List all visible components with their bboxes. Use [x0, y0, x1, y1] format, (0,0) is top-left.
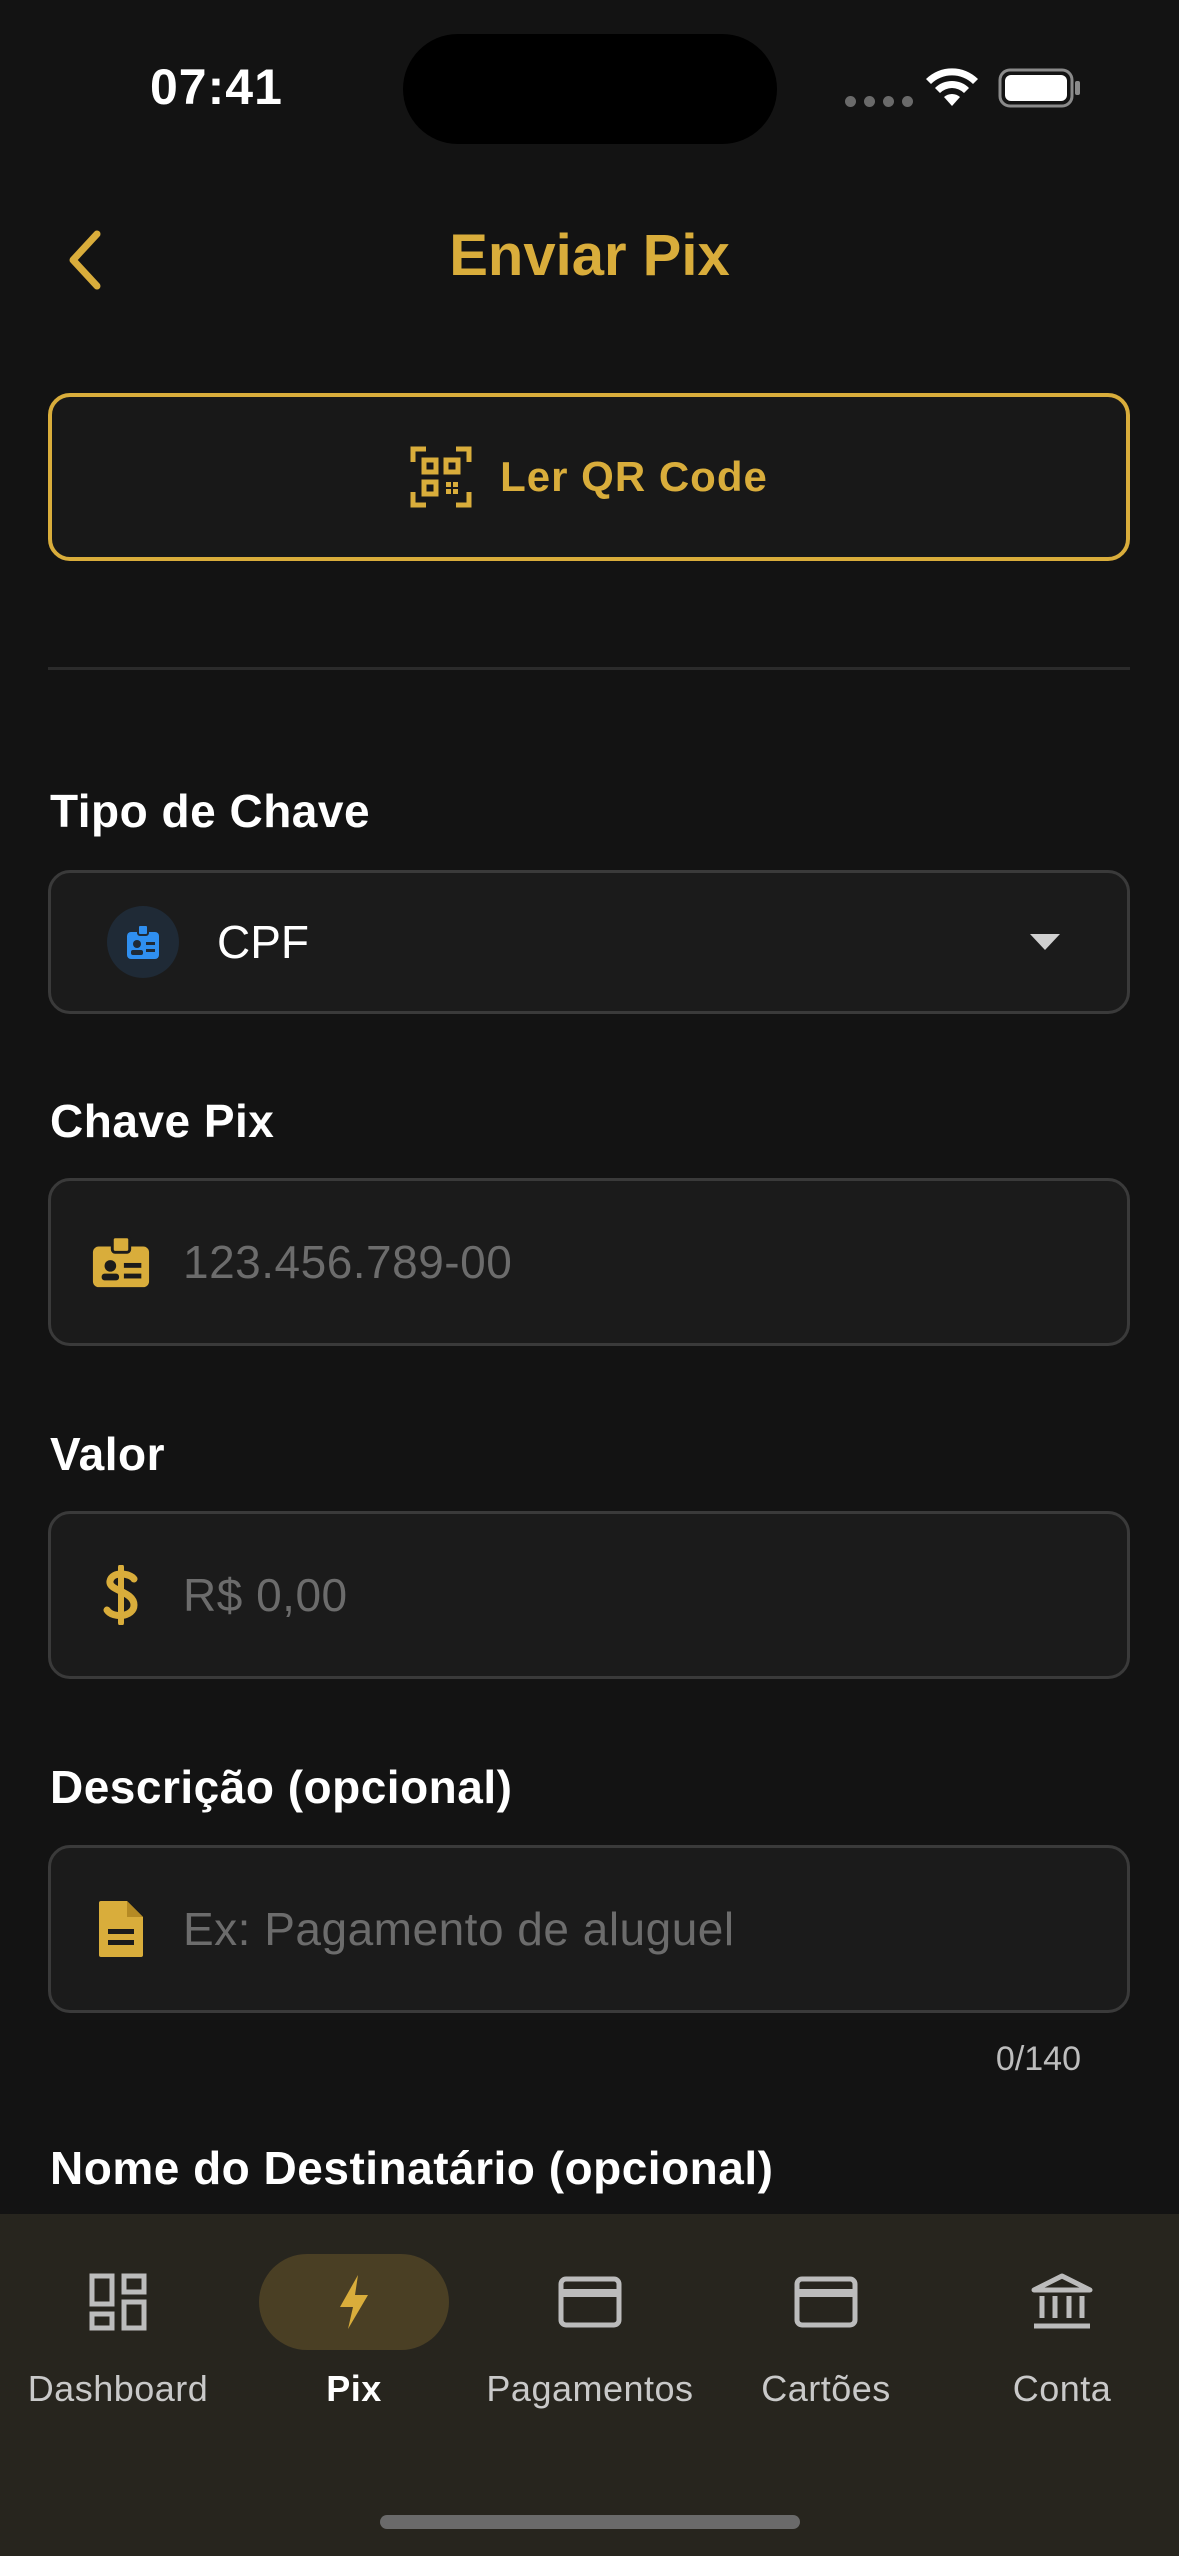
signal-icon: [845, 96, 913, 107]
nav-label-dashboard: Dashboard: [27, 2368, 209, 2409]
key-type-select[interactable]: CPF: [48, 870, 1130, 1014]
description-input[interactable]: Ex: Pagamento de aluguel: [48, 1845, 1130, 2013]
caret-down-icon: [1030, 934, 1060, 950]
bolt-icon: [340, 2275, 368, 2329]
send-pix-screen: 07:41 Enviar Pix Ler QR Code Tipo de Cha…: [0, 0, 1179, 2556]
card-icon: [794, 2276, 858, 2328]
description-char-counter: 0/140: [995, 2040, 1081, 2078]
bottom-nav: Dashboard Pix Pagamentos Cartões Conta: [0, 2214, 1179, 2556]
dynamic-island: [403, 34, 777, 144]
card-icon: [558, 2276, 622, 2328]
recipient-name-label: Nome do Destinatário (opcional): [50, 2142, 774, 2194]
nav-label-payments: Pagamentos: [486, 2368, 694, 2409]
wifi-icon: [926, 68, 978, 106]
document-icon: [99, 1901, 143, 1957]
key-type-label: Tipo de Chave: [50, 785, 371, 837]
home-indicator: [380, 2515, 800, 2529]
divider: [48, 667, 1130, 670]
nav-item-account[interactable]: Conta: [944, 2254, 1179, 2444]
nav-label-pix: Pix: [326, 2368, 382, 2409]
dashboard-icon: [89, 2273, 147, 2331]
id-badge-icon: [92, 1235, 150, 1288]
id-badge-icon: [107, 906, 179, 978]
pix-key-label: Chave Pix: [50, 1095, 275, 1147]
amount-label: Valor: [50, 1428, 166, 1480]
status-time: 07:41: [150, 59, 283, 115]
bank-icon: [1031, 2273, 1093, 2329]
nav-label-cards: Cartões: [761, 2368, 891, 2409]
page-title: Enviar Pix: [449, 223, 730, 288]
dollar-icon: [103, 1565, 138, 1625]
qr-code-icon: [410, 446, 472, 508]
key-type-value: CPF: [217, 916, 309, 968]
description-label: Descrição (opcional): [50, 1761, 513, 1813]
read-qr-code-button[interactable]: Ler QR Code: [48, 393, 1130, 561]
nav-item-dashboard[interactable]: Dashboard: [0, 2254, 236, 2444]
nav-label-account: Conta: [1012, 2368, 1112, 2409]
description-placeholder: Ex: Pagamento de aluguel: [183, 1903, 735, 1955]
amount-placeholder: R$ 0,00: [183, 1569, 348, 1621]
nav-item-pix[interactable]: Pix: [236, 2254, 472, 2444]
read-qr-code-label: Ler QR Code: [500, 453, 768, 500]
amount-input[interactable]: R$ 0,00: [48, 1511, 1130, 1679]
nav-item-cards[interactable]: Cartões: [708, 2254, 944, 2444]
pix-key-input[interactable]: 123.456.789-00: [48, 1178, 1130, 1346]
nav-item-payments[interactable]: Pagamentos: [472, 2254, 708, 2444]
battery-icon: [998, 68, 1080, 108]
pix-key-placeholder: 123.456.789-00: [183, 1236, 513, 1288]
